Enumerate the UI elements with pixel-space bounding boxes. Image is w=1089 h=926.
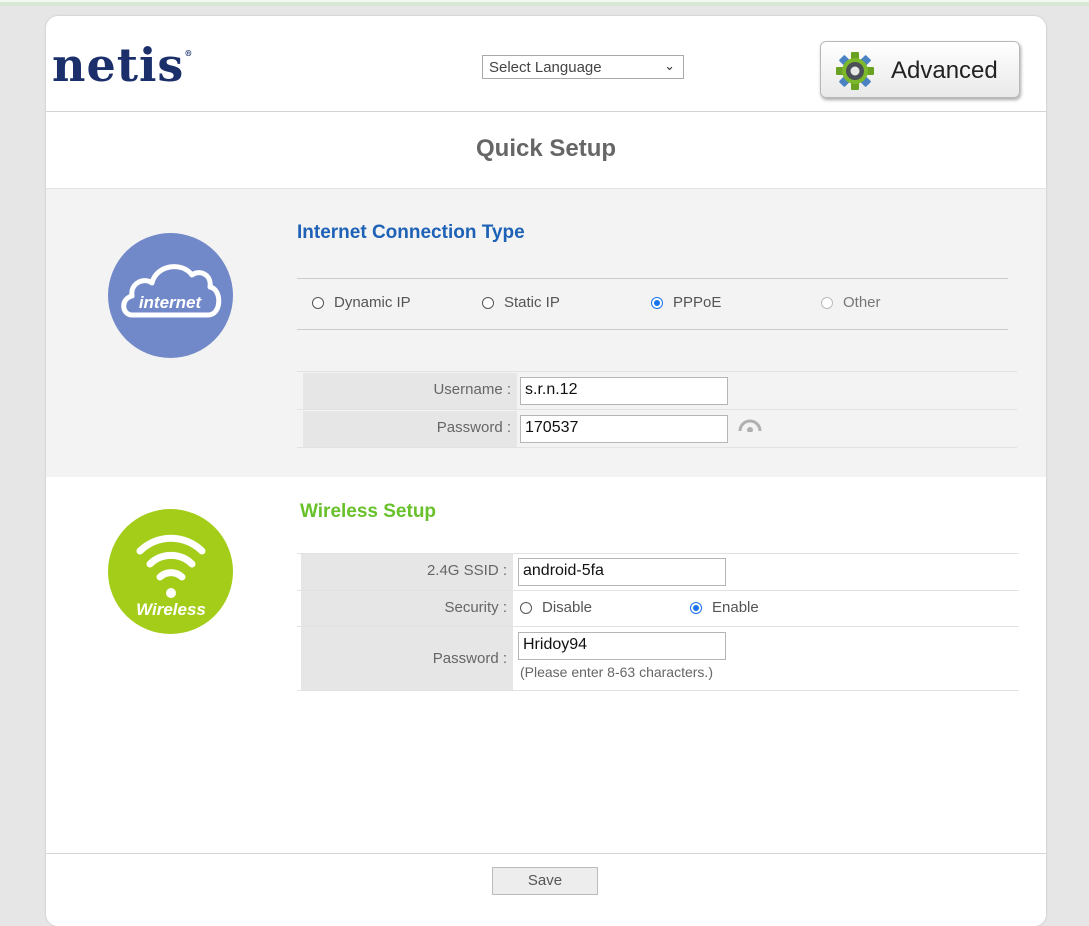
wireless-badge: Wireless (108, 509, 233, 634)
radio-security-enable-circle[interactable] (690, 602, 702, 614)
radio-pppoe[interactable]: PPPoE (651, 294, 721, 311)
radio-pppoe-circle[interactable] (651, 297, 663, 309)
quick-setup-panel: netis® Select Language ⌄ Advanced Quick … (46, 16, 1046, 926)
wireless-section: Wireless Wireless Setup 2.4G SSID : andr… (46, 477, 1046, 853)
top-strip (0, 0, 1089, 6)
pppoe-password-row: Password : 170537 (303, 411, 1017, 447)
radio-security-disable-circle[interactable] (520, 602, 532, 614)
ssid-row: 2.4G SSID : android-5fa (301, 554, 1019, 590)
divider (297, 447, 1017, 448)
save-button[interactable]: Save (492, 867, 598, 895)
header: netis® Select Language ⌄ Advanced (46, 16, 1046, 112)
radio-security-disable-label: Disable (542, 599, 593, 616)
wireless-badge-label: Wireless (136, 600, 206, 619)
cloud-icon: internet (121, 264, 222, 318)
internet-badge-label: internet (139, 293, 203, 312)
username-input[interactable]: s.r.n.12 (520, 377, 728, 405)
internet-badge: internet (108, 233, 233, 358)
divider (297, 690, 1019, 691)
username-label: Username : (303, 373, 517, 409)
page-title: Quick Setup (46, 112, 1046, 189)
ssid-label: 2.4G SSID : (301, 554, 513, 590)
footer: Save (46, 853, 1046, 926)
radio-security-enable[interactable]: Enable (690, 599, 759, 616)
eye-icon[interactable] (738, 418, 762, 432)
ssid-input[interactable]: android-5fa (518, 558, 726, 586)
pppoe-password-label: Password : (303, 411, 517, 447)
radio-pppoe-label: PPPoE (673, 294, 722, 311)
divider (297, 371, 1017, 372)
chevron-down-icon: ⌄ (664, 58, 675, 73)
radio-dynamic-ip-label: Dynamic IP (334, 294, 411, 311)
radio-static-ip[interactable]: Static IP (482, 294, 560, 311)
gear-icon (836, 52, 874, 90)
wifi-password-label: Password : (301, 627, 513, 690)
connection-type-group: Dynamic IP Static IP PPPoE Other (297, 278, 1008, 330)
radio-dynamic-ip-circle[interactable] (312, 297, 324, 309)
radio-security-enable-label: Enable (712, 599, 759, 616)
netis-logo: netis® (52, 38, 194, 92)
username-row: Username : s.r.n.12 (303, 373, 1017, 409)
language-select[interactable]: Select Language ⌄ (482, 55, 684, 79)
radio-other: Other (821, 294, 881, 311)
radio-other-label: Other (843, 294, 881, 311)
language-select-value: Select Language (489, 59, 602, 76)
radio-security-disable[interactable]: Disable (520, 599, 592, 616)
advanced-label: Advanced (891, 57, 998, 84)
wireless-setup-heading: Wireless Setup (300, 501, 437, 522)
internet-connection-heading: Internet Connection Type (297, 222, 525, 243)
internet-section: internet Internet Connection Type Dynami… (46, 188, 1046, 478)
pppoe-password-input[interactable]: 170537 (520, 415, 728, 443)
wifi-icon: Wireless (136, 534, 206, 619)
password-hint: (Please enter 8-63 characters.) (520, 664, 713, 680)
radio-other-circle (821, 297, 833, 309)
security-label: Security : (301, 591, 513, 627)
advanced-button[interactable]: Advanced (820, 41, 1020, 98)
wifi-password-row: Password : Hridoy94 (Please enter 8-63 c… (301, 627, 1019, 690)
wifi-password-input[interactable]: Hridoy94 (518, 632, 726, 660)
radio-dynamic-ip[interactable]: Dynamic IP (312, 294, 411, 311)
security-row: Security : Disable Enable (301, 591, 1019, 627)
radio-static-ip-label: Static IP (504, 294, 560, 311)
divider (297, 409, 1017, 410)
radio-static-ip-circle[interactable] (482, 297, 494, 309)
